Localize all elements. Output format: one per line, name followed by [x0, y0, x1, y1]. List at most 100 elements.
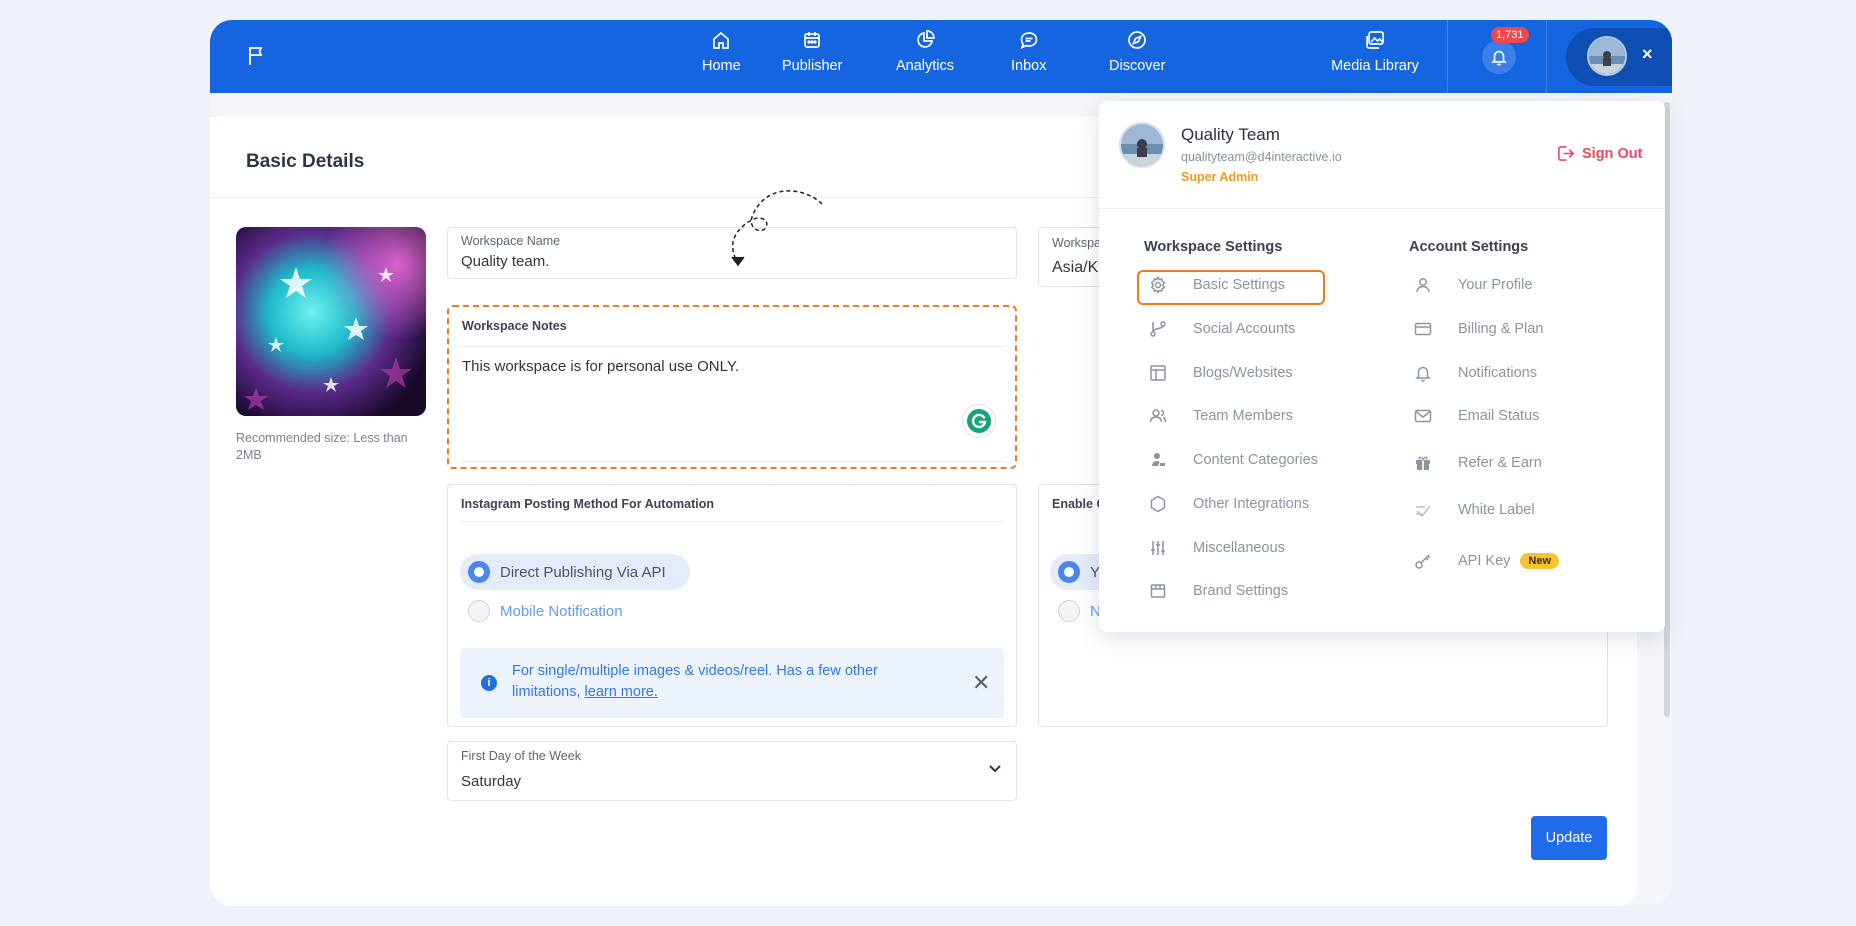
learn-more-link[interactable]: learn more. [585, 684, 658, 700]
menu-brand-settings-label: Brand Settings [1193, 583, 1289, 599]
menu-miscellaneous-label: Miscellaneous [1193, 540, 1285, 556]
nav-analytics-label: Analytics [896, 58, 955, 74]
update-button[interactable]: Update [1531, 816, 1607, 860]
menu-basic-settings-label: Basic Settings [1193, 277, 1285, 293]
menu-team-members-label: Team Members [1193, 408, 1293, 424]
cover-image [236, 227, 426, 416]
home-icon [713, 31, 730, 49]
hexagon-icon [1150, 495, 1166, 513]
menu-api-key-label: API Key [1458, 553, 1511, 569]
menu-content-categories-label: Content Categories [1193, 452, 1318, 468]
menu-your-profile-label: Your Profile [1458, 277, 1533, 293]
user-icon [1416, 278, 1430, 293]
instagram-posting-label: Instagram Posting Method For Automation [461, 497, 715, 511]
nav-divider [1447, 20, 1448, 93]
nav-publisher[interactable]: Publisher [782, 30, 842, 74]
images-icon [1366, 31, 1384, 49]
menu-brand-settings[interactable]: Brand Settings [1149, 580, 1288, 602]
calendar-icon [804, 32, 821, 48]
grammarly-g-icon [967, 409, 991, 433]
menu-refer-earn-label: Refer & Earn [1458, 455, 1542, 471]
notification-count-badge: 1,731 [1491, 27, 1529, 43]
branch-icon [1150, 321, 1166, 337]
gift-icon [1416, 456, 1430, 470]
radio-mobile-notification[interactable]: Mobile Notification [468, 600, 623, 622]
menu-blogs-websites-label: Blogs/Websites [1193, 365, 1293, 381]
grammarly-icon[interactable] [962, 404, 996, 438]
workspace-name-input[interactable]: Quality team. [461, 253, 549, 270]
nav-analytics[interactable]: Analytics [896, 30, 954, 74]
divider [1099, 208, 1665, 209]
profile-role: Super Admin [1181, 170, 1259, 184]
nav-discover[interactable]: Discover [1109, 30, 1165, 74]
account-settings-heading: Account Settings [1409, 239, 1529, 255]
workspace-timezone-label: Workspa [1052, 236, 1102, 250]
first-day-label: First Day of the Week [461, 749, 581, 763]
nav-media-library[interactable]: Media Library [1331, 30, 1419, 74]
radio-enable-no[interactable]: N [1058, 600, 1101, 622]
close-icon[interactable]: × [1642, 44, 1653, 65]
avatar-image [1121, 124, 1163, 166]
menu-your-profile[interactable]: Your Profile [1414, 274, 1532, 296]
menu-blogs-websites[interactable]: Blogs/Websites [1149, 362, 1293, 384]
menu-content-categories[interactable]: Content Categories [1149, 449, 1318, 471]
workspace-notes-field[interactable]: Workspace Notes This workspace is for pe… [447, 305, 1017, 469]
nav-media-library-label: Media Library [1331, 58, 1419, 74]
first-day-select[interactable]: First Day of the Week Saturday [447, 741, 1017, 801]
avatar [1119, 122, 1165, 168]
flag-icon[interactable] [248, 46, 266, 66]
users-icon [1149, 409, 1167, 423]
radio-selected-icon [468, 561, 490, 583]
workspace-notes-textarea[interactable]: This workspace is for personal use ONLY. [462, 358, 739, 375]
menu-api-key[interactable]: API Key New [1414, 550, 1560, 572]
profile-dropdown-menu: Quality Team qualityteam@d4interactive.i… [1099, 101, 1665, 632]
menu-white-label[interactable]: White Label [1414, 499, 1535, 521]
menu-email-status[interactable]: Email Status [1414, 405, 1539, 427]
workspace-cover-image[interactable] [236, 227, 426, 416]
nav-discover-label: Discover [1109, 58, 1166, 74]
nav-home-label: Home [702, 58, 741, 74]
nav-inbox-label: Inbox [1011, 58, 1047, 74]
menu-social-accounts-label: Social Accounts [1193, 321, 1296, 337]
sign-out-label: Sign Out [1582, 145, 1643, 162]
gear-icon [1150, 276, 1166, 294]
card-icon [1414, 322, 1432, 336]
radio-direct-publishing[interactable]: Direct Publishing Via API [460, 554, 690, 590]
avatar[interactable] [1587, 36, 1627, 76]
divider [461, 461, 1005, 462]
label-icon [1416, 505, 1431, 518]
notifications-button[interactable] [1482, 40, 1516, 74]
menu-team-members[interactable]: Team Members [1149, 405, 1293, 427]
chat-icon [1020, 32, 1038, 50]
menu-basic-settings[interactable]: Basic Settings [1149, 274, 1285, 296]
profile-email: qualityteam@d4interactive.io [1181, 150, 1342, 164]
workspace-settings-heading: Workspace Settings [1144, 239, 1283, 255]
menu-miscellaneous[interactable]: Miscellaneous [1149, 537, 1285, 559]
store-icon [1150, 584, 1166, 598]
pie-chart-icon [917, 30, 935, 48]
bell-icon [1491, 50, 1507, 66]
menu-social-accounts[interactable]: Social Accounts [1149, 318, 1295, 340]
workspace-name-label: Workspace Name [461, 234, 561, 248]
nav-inbox[interactable]: Inbox [1011, 30, 1046, 74]
radio-mobile-notification-label: Mobile Notification [500, 602, 623, 620]
sign-out-button[interactable]: Sign Out [1557, 145, 1642, 162]
top-navigation-bar: Home Publisher Analytics Inbox Discover … [210, 20, 1672, 93]
menu-billing-plan[interactable]: Billing & Plan [1414, 318, 1543, 340]
nav-home[interactable]: Home [702, 30, 741, 74]
menu-other-integrations-label: Other Integrations [1193, 496, 1310, 512]
key-icon [1415, 554, 1431, 569]
menu-other-integrations[interactable]: Other Integrations [1149, 493, 1309, 515]
menu-refer-earn[interactable]: Refer & Earn [1414, 452, 1542, 474]
annotation-arrow [731, 190, 823, 267]
close-icon[interactable]: ✕ [972, 670, 990, 696]
menu-notifications[interactable]: Notifications [1414, 362, 1537, 384]
radio-unselected-icon [468, 600, 490, 622]
workspace-timezone-value[interactable]: Asia/K [1052, 259, 1098, 277]
menu-notifications-label: Notifications [1458, 365, 1537, 381]
bell-icon [1415, 366, 1431, 382]
info-alert: i For single/multiple images & videos/re… [460, 648, 1004, 718]
sliders-icon [1151, 541, 1165, 555]
mail-icon [1414, 409, 1432, 423]
radio-selected-icon [1058, 561, 1080, 583]
